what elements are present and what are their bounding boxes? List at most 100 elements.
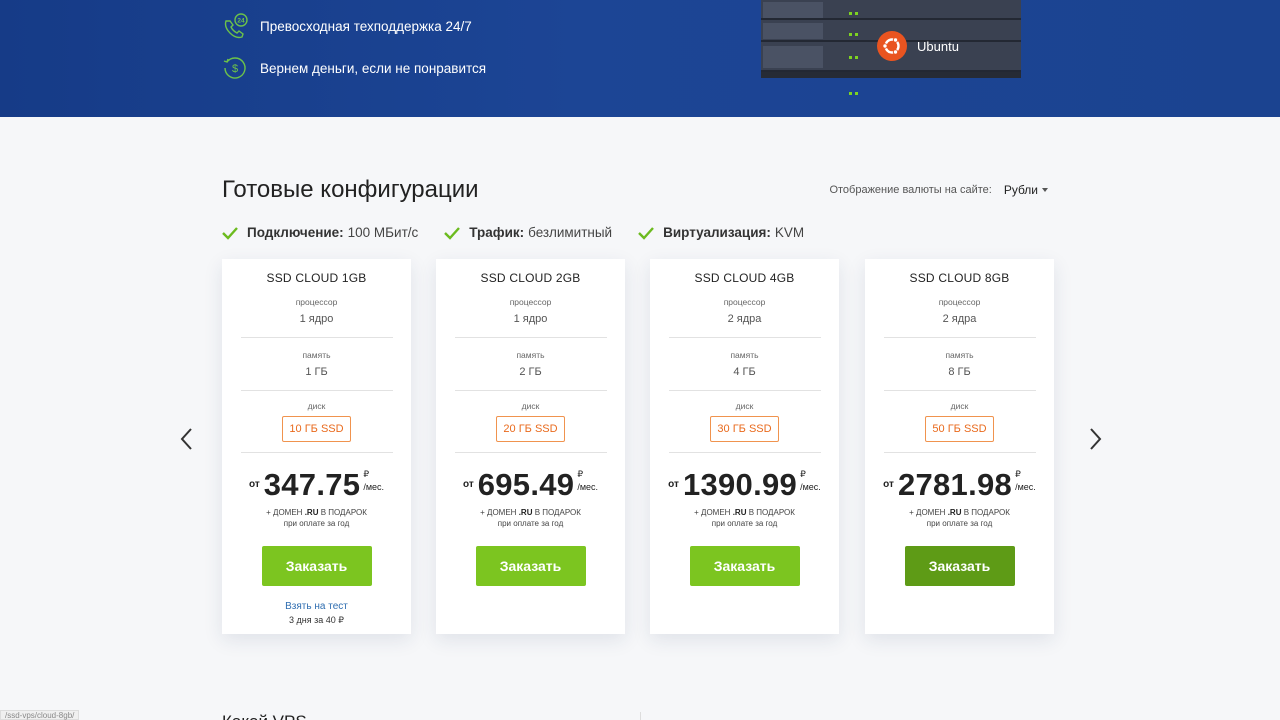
gift-line: + ДОМЕН .RU В ПОДАРОК [266,508,367,517]
price-period: /мес. [577,482,599,492]
price-from: от [668,479,679,490]
divider [454,452,607,453]
feature-label: Виртуализация: [663,225,771,240]
check-icon [444,226,461,240]
disk-badge: 10 ГБ SSD [282,416,351,442]
feature-value: безлимитный [528,225,613,240]
currency-symbol: ₽ [1015,469,1021,479]
price-period: /мес. [1015,482,1036,492]
cpu-value: 2 ядра [942,313,977,325]
plan-name: SSD CLOUD 4GB [694,271,795,285]
disk-badge: 20 ГБ SSD [496,416,565,442]
divider [883,337,1036,338]
plan-card-8gb: SSD CLOUD 8GB процессор 2 ядра память 8 … [865,259,1054,634]
gift-line: + ДОМЕН .RU В ПОДАРОК [909,508,1010,517]
price-value: 695.49 [477,467,575,502]
gift-note: при оплате за год [497,519,564,528]
divider [240,452,393,453]
divider [883,390,1036,391]
currency-symbol: ₽ [800,469,806,479]
plan-card-2gb: SSD CLOUD 2GB процессор 1 ядро память 2 … [436,259,625,634]
divider [640,712,641,720]
cpu-value: 1 ядро [299,313,334,325]
cpu-value: 2 ядра [727,313,762,325]
svg-text:$: $ [232,63,238,75]
divider [668,390,821,391]
gift-note: при оплате за год [926,519,993,528]
plan-name: SSD CLOUD 8GB [909,271,1010,285]
price-value: 2781.98 [897,467,1013,502]
hero-feature-support: 24 Превосходная техподдержка 24/7 [222,13,472,39]
plan-card-4gb: SSD CLOUD 4GB процессор 2 ядра память 4 … [650,259,839,634]
divider [454,337,607,338]
price-from: от [462,479,474,490]
divider [668,452,821,453]
hero-feature-text: Превосходная техподдержка 24/7 [260,18,472,34]
order-button[interactable]: Заказать [475,546,586,586]
order-button[interactable]: Заказать [261,546,372,586]
ram-label: память [730,350,759,360]
divider [668,337,821,338]
hero-feature-text: Вернем деньги, если не понравится [260,60,487,76]
disk-label: диск [521,401,540,411]
price: от 2781.98 ₽ /мес. [865,467,1054,503]
plan-name: SSD CLOUD 2GB [480,271,581,285]
price-value: 347.75 [263,467,361,502]
next-section-title: Какой VPS [222,712,307,720]
plan-features: Подключение: 100 МБит/с Трафик: безлимит… [222,225,830,240]
divider [883,452,1036,453]
trial-link[interactable]: Взять на тест [222,601,411,612]
divider [240,390,393,391]
feature-value: KVM [774,225,805,240]
os-label: Ubuntu [917,39,959,54]
price: от 347.75 ₽ /мес. [222,467,411,503]
feature-label: Подключение: [247,225,344,240]
cpu-label: процессор [295,297,338,307]
feature-value: 100 МБит/с [347,225,419,240]
price-period: /мес. [800,482,821,492]
chevron-left-icon[interactable] [179,427,195,451]
disk-badge: 50 ГБ SSD [925,416,994,442]
gift-note: при оплате за год [711,519,778,528]
divider [454,390,607,391]
ram-value: 2 ГБ [519,366,542,378]
ram-label: память [516,350,545,360]
divider [240,337,393,338]
currency-selector[interactable]: Отображение валюты на сайте: Рубли [829,183,1048,197]
price: от 695.49 ₽ /мес. [436,467,625,503]
disk-label: диск [950,401,969,411]
trial-note: 3 дня за 40 ₽ [289,615,344,625]
price-from: от [248,479,260,490]
feature-label: Трафик: [469,225,525,240]
svg-text:24: 24 [237,18,245,25]
currency-value[interactable]: Рубли [1004,183,1038,197]
ram-value: 4 ГБ [733,366,756,378]
phone-24-icon: 24 [224,13,248,39]
currency-symbol: ₽ [363,469,370,479]
ram-label: память [945,350,974,360]
ubuntu-logo-icon [877,31,907,61]
ram-value: 8 ГБ [948,366,971,378]
check-icon [222,226,238,240]
ram-label: память [302,350,331,360]
feature-traffic: Трафик: безлимитный [444,225,612,240]
plan-name: SSD CLOUD 1GB [266,271,367,285]
cpu-value: 1 ядро [513,313,548,325]
chevron-down-icon[interactable] [1042,188,1048,192]
price-period: /мес. [363,482,385,492]
gift-line: + ДОМЕН .RU В ПОДАРОК [480,508,581,517]
disk-label: диск [307,401,326,411]
gift-line: + ДОМЕН .RU В ПОДАРОК [694,508,795,517]
section-title: Готовые конфигурации [222,176,479,203]
order-button[interactable]: Заказать [689,546,800,586]
cpu-label: процессор [509,297,552,307]
cpu-label: процессор [938,297,981,307]
chevron-right-icon[interactable] [1087,427,1103,451]
currency-label: Отображение валюты на сайте: [829,184,992,196]
order-button[interactable]: Заказать [904,546,1015,586]
hero-banner: 24 Превосходная техподдержка 24/7 $ Верн… [0,0,1280,117]
disk-badge: 30 ГБ SSD [710,416,779,442]
gift-note: при оплате за год [283,519,350,528]
plan-card-1gb: SSD CLOUD 1GB процессор 1 ядро память 1 … [222,259,411,634]
money-back-icon: $ [223,57,246,79]
